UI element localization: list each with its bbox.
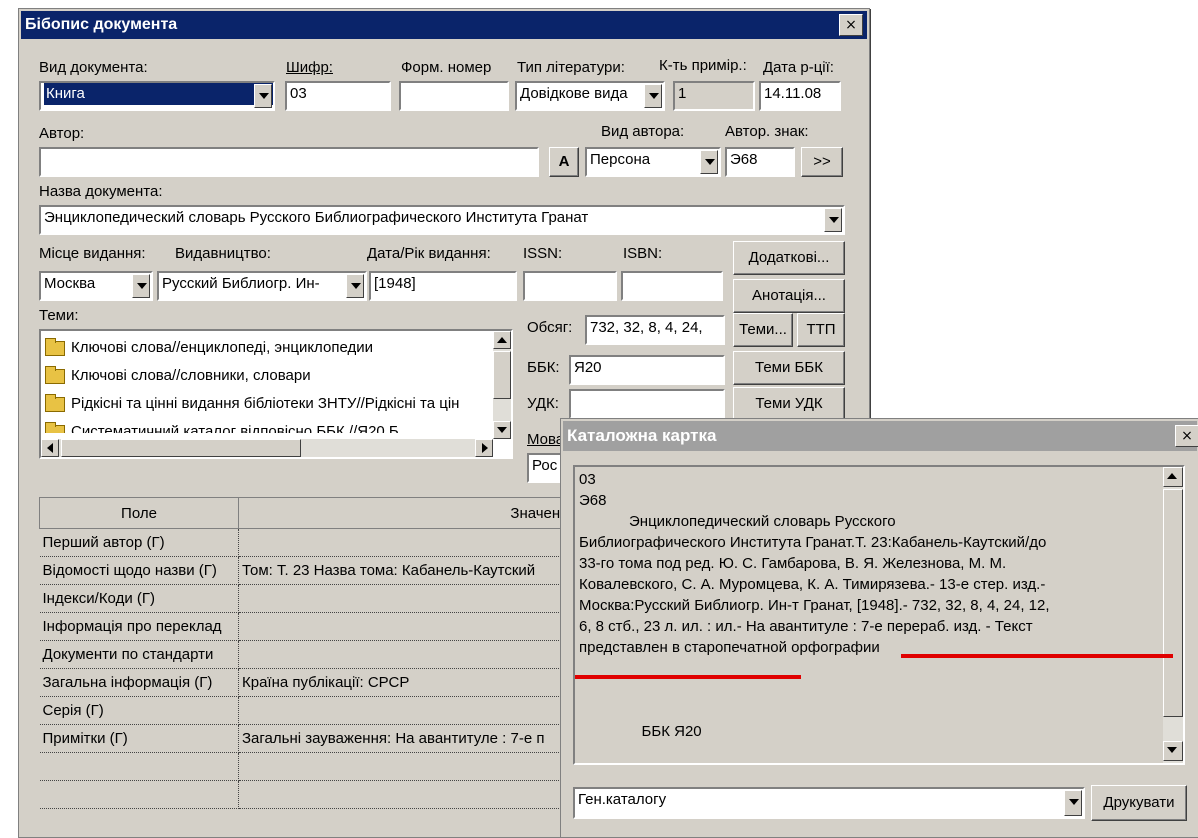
form-number-input[interactable]	[399, 81, 509, 111]
scroll-down-icon[interactable]	[493, 421, 511, 439]
chevron-down-icon[interactable]	[1064, 790, 1082, 816]
pub-place-label: Місце видання:	[39, 245, 146, 262]
field-cell[interactable]: Перший автор (Г)	[39, 528, 239, 557]
doc-title-label: Назва документа:	[39, 183, 163, 200]
isbn-label: ISBN:	[623, 245, 663, 262]
themes-label: Теми:	[39, 307, 79, 324]
author-a-button[interactable]: A	[549, 147, 579, 177]
chevron-down-icon[interactable]	[644, 84, 662, 108]
scroll-right-icon[interactable]	[475, 439, 493, 457]
field-cell[interactable]: Індекси/Коди (Г)	[39, 584, 239, 613]
pub-year-input[interactable]: [1948]	[369, 271, 517, 301]
window-title: Каталожна картка	[567, 426, 717, 445]
copies-label: К-ть примір.:	[659, 57, 747, 74]
reg-date-label: Дата р-ції:	[763, 59, 834, 76]
bbk-label: ББК:	[527, 359, 560, 376]
list-item[interactable]: Рідкісні та цінні видання бібліотеки ЗНТ…	[45, 391, 459, 417]
catalog-select[interactable]: Ген.каталогу	[573, 787, 1085, 819]
field-cell[interactable]: Примітки (Г)	[39, 724, 239, 753]
pub-place-select[interactable]: Москва	[39, 271, 153, 301]
author-sign-input[interactable]: Э68	[725, 147, 795, 177]
doc-title-select[interactable]: Энциклопедический словарь Русского Библи…	[39, 205, 845, 235]
catalog-card-text[interactable]: 03 Э68 Энциклопедический словарь Русског…	[573, 465, 1185, 765]
author-label: Автор:	[39, 125, 85, 142]
udk-input[interactable]	[569, 389, 725, 419]
udk-label: УДК:	[527, 395, 559, 412]
folder-icon	[45, 393, 65, 412]
field-cell[interactable]: Інформація про переклад	[39, 612, 239, 641]
author-sign-label: Автор. знак:	[725, 123, 809, 140]
horizontal-scrollbar[interactable]	[41, 439, 493, 457]
issn-input[interactable]	[523, 271, 617, 301]
title-bar: Бібопис документа ×	[21, 11, 867, 39]
highlight-underline	[575, 675, 801, 679]
scroll-thumb[interactable]	[61, 439, 301, 457]
scroll-down-icon[interactable]	[1163, 741, 1183, 761]
vertical-scrollbar[interactable]	[1163, 467, 1183, 763]
doc-type-label: Вид документа:	[39, 59, 148, 76]
field-cell[interactable]	[39, 780, 239, 809]
list-item[interactable]: Ключові слова//енциклопеді, энциклопедии	[45, 335, 373, 361]
title-bar: Каталожна картка ×	[563, 421, 1198, 451]
card-text: 03 Э68 Энциклопедический словарь Русског…	[579, 471, 1050, 740]
folder-icon	[45, 337, 65, 356]
copies-input: 1	[673, 81, 755, 111]
author-type-label: Вид автора:	[601, 123, 685, 140]
catalog-card-window: Каталожна картка × 03 Э68 Энциклопедичес…	[560, 418, 1198, 838]
close-button[interactable]: ×	[1175, 425, 1198, 447]
field-cell[interactable]: Загальна інформація (Г)	[39, 668, 239, 697]
lit-type-label: Тип літератури:	[517, 59, 625, 76]
publisher-label: Видавництво:	[175, 245, 271, 262]
chevron-down-icon[interactable]	[700, 150, 718, 174]
chevron-down-icon[interactable]	[346, 274, 364, 298]
scroll-up-icon[interactable]	[1163, 467, 1183, 487]
field-cell[interactable]: Відомості щодо назви (Г)	[39, 556, 239, 585]
print-button[interactable]: Друкувати	[1091, 785, 1187, 821]
author-input[interactable]	[39, 147, 539, 177]
issn-label: ISSN:	[523, 245, 563, 262]
list-item[interactable]: Ключові слова//словники, словари	[45, 363, 311, 389]
lit-type-select[interactable]: Довідкове вида	[515, 81, 665, 111]
annotation-button[interactable]: Анотація...	[733, 279, 845, 313]
pub-year-label: Дата/Рік видання:	[367, 245, 491, 262]
window-title: Бібопис документа	[25, 16, 178, 33]
column-header-field[interactable]: Поле	[39, 497, 239, 529]
scroll-thumb[interactable]	[493, 351, 511, 399]
themes-list[interactable]: Ключові слова//енциклопеді, энциклопедии…	[39, 329, 513, 459]
chevron-down-icon[interactable]	[254, 84, 272, 108]
themes-bbk-button[interactable]: Теми ББК	[733, 351, 845, 385]
language-label: Мова	[527, 431, 565, 448]
bbk-input[interactable]: Я20	[569, 355, 725, 385]
folder-icon	[45, 421, 65, 433]
additional-button[interactable]: Додаткові...	[733, 241, 845, 275]
cipher-label: Шифр:	[286, 59, 333, 76]
close-button[interactable]: ×	[839, 14, 863, 36]
scroll-up-icon[interactable]	[493, 331, 511, 349]
folder-icon	[45, 365, 65, 384]
themes-button[interactable]: Теми...	[733, 313, 793, 347]
chevron-down-icon[interactable]	[132, 274, 150, 298]
scroll-left-icon[interactable]	[41, 439, 59, 457]
list-item[interactable]: Систематичний каталог відповісно ББК //Я…	[45, 419, 411, 433]
form-number-label: Форм. номер	[401, 59, 492, 76]
chevron-down-icon[interactable]	[824, 208, 842, 232]
author-more-button[interactable]: >>	[801, 147, 843, 177]
reg-date-input[interactable]: 14.11.08	[759, 81, 841, 111]
themes-udk-button[interactable]: Теми УДК	[733, 387, 845, 421]
field-cell[interactable]	[39, 752, 239, 781]
isbn-input[interactable]	[621, 271, 723, 301]
scroll-thumb[interactable]	[1163, 489, 1183, 717]
cipher-input[interactable]: 03	[285, 81, 391, 111]
field-cell[interactable]: Серія (Г)	[39, 696, 239, 725]
volume-input[interactable]: 732, 32, 8, 4, 24,	[585, 315, 725, 345]
highlight-underline	[901, 654, 1173, 658]
ttp-button[interactable]: ТТП	[797, 313, 845, 347]
doc-type-select[interactable]: Книга	[39, 81, 275, 111]
vertical-scrollbar[interactable]	[493, 331, 511, 439]
field-cell[interactable]: Документи по стандарти	[39, 640, 239, 669]
author-type-select[interactable]: Персона	[585, 147, 721, 177]
publisher-select[interactable]: Русский Библиогр. Ин-	[157, 271, 367, 301]
volume-label: Обсяг:	[527, 319, 573, 336]
